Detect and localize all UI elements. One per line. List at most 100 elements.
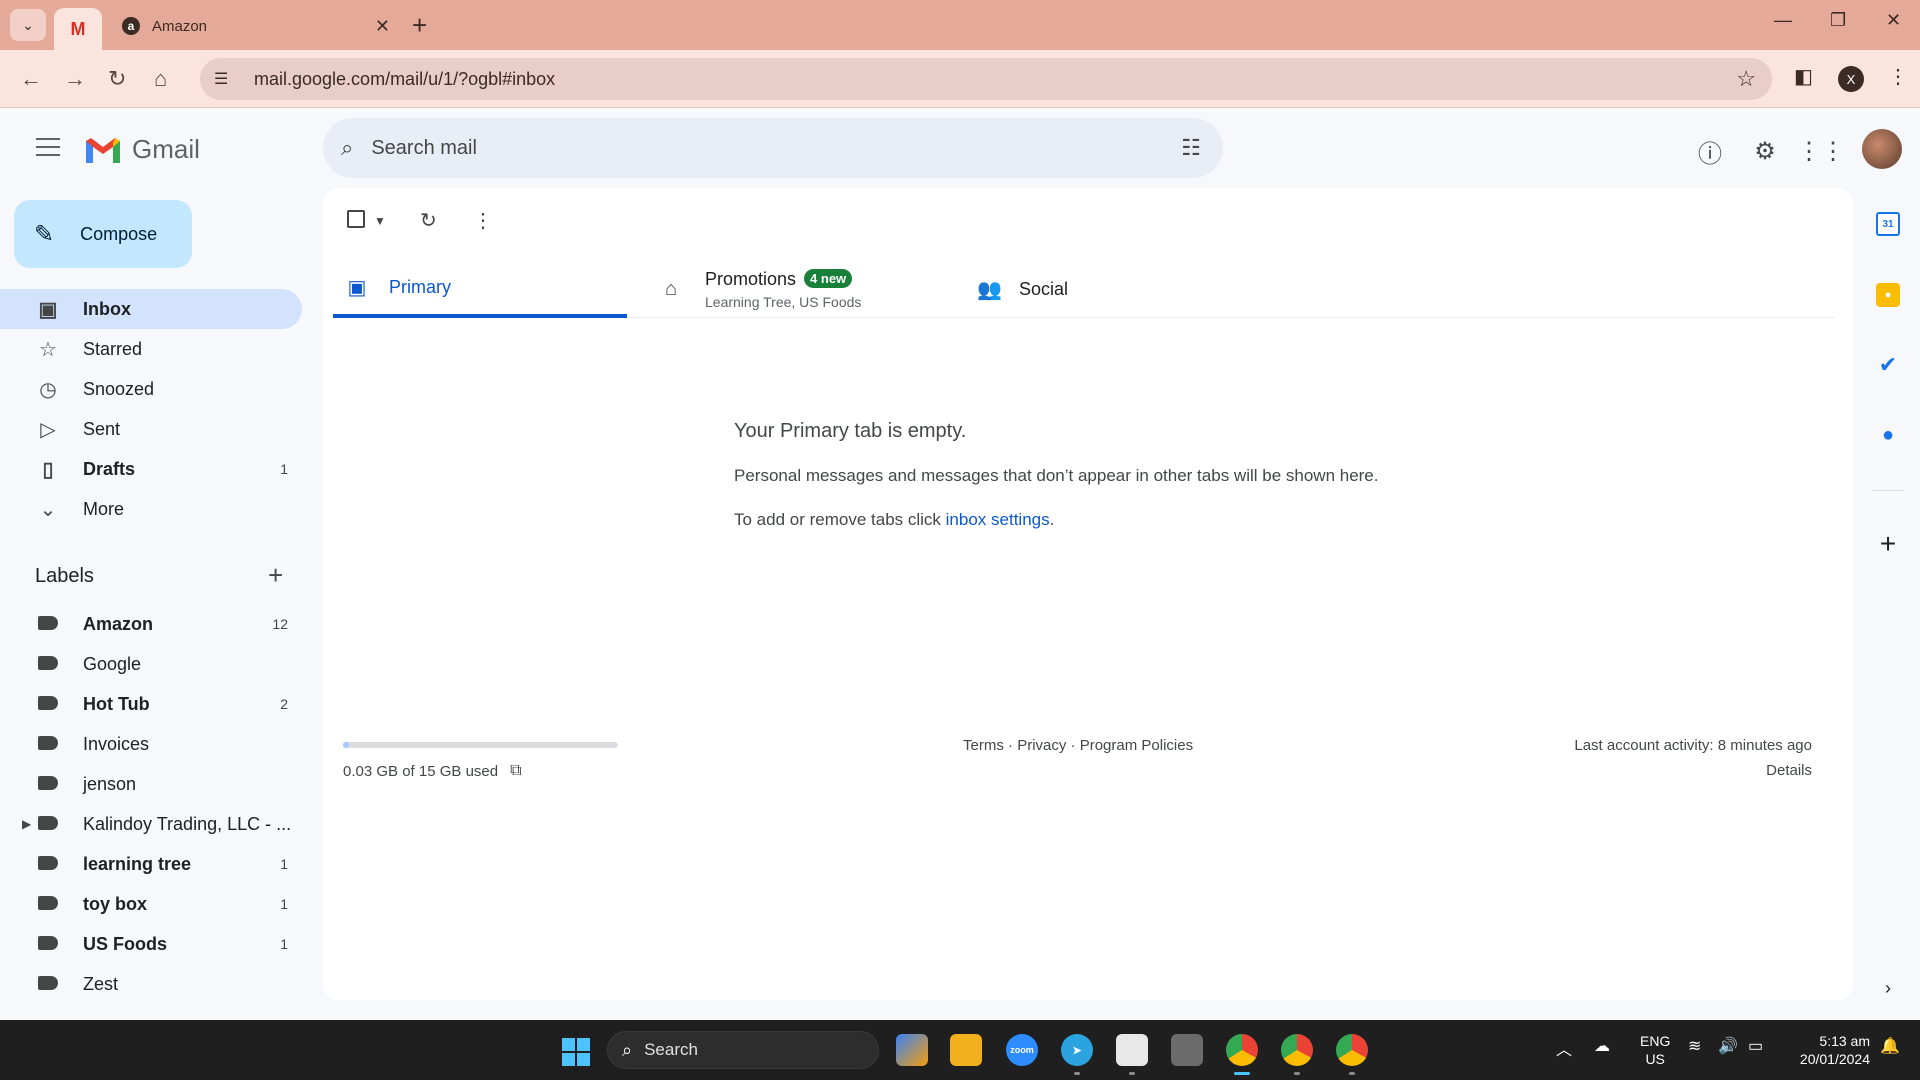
label-item-toy-box[interactable]: toy box 1 [0, 884, 302, 924]
back-icon[interactable]: ← [20, 66, 42, 92]
new-tab-button[interactable]: + [412, 10, 427, 41]
main-menu-icon[interactable] [36, 138, 60, 158]
search-icon[interactable]: ⌕ [341, 135, 353, 161]
amazon-icon: a [122, 17, 140, 35]
tasks-icon[interactable]: ✔ [1876, 352, 1900, 377]
notifications-bell-icon[interactable]: 🔔 [1880, 1036, 1900, 1056]
tab-promotions[interactable]: ⌂ Promotions 4 new Learning Tree, US Food… [659, 260, 861, 318]
label-item-learning-tree[interactable]: learning tree 1 [0, 844, 302, 884]
terms-link[interactable]: Terms [963, 737, 1004, 754]
browser-tab-gmail[interactable]: M [54, 8, 102, 50]
onedrive-icon[interactable]: ☁ [1594, 1036, 1610, 1056]
calendar-icon[interactable]: 31 [1876, 212, 1900, 236]
url-text[interactable]: mail.google.com/mail/u/1/?ogbl#inbox [254, 69, 555, 90]
site-settings-icon[interactable]: ☰ [214, 69, 234, 89]
reload-icon[interactable]: ↻ [108, 66, 126, 92]
more-actions-icon[interactable]: ⋮ [473, 208, 493, 233]
label-item-zest[interactable]: Zest [0, 964, 302, 1004]
unread-count: 1 [280, 856, 288, 872]
external-link-icon[interactable]: ⧉ [510, 762, 521, 780]
zoom-icon[interactable]: zoom [1006, 1034, 1038, 1066]
label-name: Google [83, 653, 142, 674]
sidebar-item-snoozed[interactable]: ◷ Snoozed [0, 369, 302, 409]
new-count-badge: 4 new [804, 268, 853, 288]
address-bar[interactable]: ☰ mail.google.com/mail/u/1/?ogbl#inbox ☆ [200, 58, 1772, 100]
gmail-icon: M [70, 18, 86, 39]
forward-icon[interactable]: → [64, 66, 86, 92]
label-name: learning tree [83, 853, 192, 874]
wifi-icon[interactable]: ≋ [1688, 1036, 1701, 1056]
label-item-us-foods[interactable]: US Foods 1 [0, 924, 302, 964]
sidebar-item-inbox[interactable]: ▣ Inbox [0, 289, 302, 329]
search-options-icon[interactable]: ☷ [1181, 135, 1201, 161]
sidebar-item-starred[interactable]: ☆ Starred [0, 329, 302, 369]
restore-icon[interactable]: ❐ [1830, 10, 1846, 31]
tab-primary[interactable]: ▣ Primary [333, 260, 627, 318]
refresh-icon[interactable]: ↻ [420, 208, 437, 233]
telegram-icon[interactable]: ➤ [1061, 1034, 1093, 1066]
apps-grid-icon[interactable]: ⋮⋮ [1797, 136, 1845, 166]
tab-search-button[interactable]: ⌄ [10, 9, 46, 41]
select-dropdown-icon[interactable]: ▼ [374, 214, 386, 228]
privacy-link[interactable]: Privacy [1017, 737, 1066, 754]
system-clock[interactable]: 5:13 am 20/01/2024 [1788, 1032, 1870, 1068]
settings-gear-icon[interactable]: ⚙ [1750, 136, 1780, 166]
sidebar-item-drafts[interactable]: ▯ Drafts 1 [0, 449, 302, 489]
label-item-kalindoy[interactable]: ▶ Kalindoy Trading, LLC - ... [0, 804, 302, 844]
gmail-m-icon [86, 137, 120, 163]
keep-icon[interactable]: • [1876, 283, 1900, 307]
compose-button[interactable]: ✎ Compose [14, 200, 192, 268]
select-all-checkbox[interactable] [347, 210, 365, 228]
empty-state-title: Your Primary tab is empty. [734, 420, 967, 442]
label-item-hot-tub[interactable]: Hot Tub 2 [0, 684, 302, 724]
label-item-amazon[interactable]: Amazon 12 [0, 604, 302, 644]
hint-text: To add or remove tabs click [734, 510, 946, 529]
details-link[interactable]: Details [1766, 762, 1812, 779]
chrome-icon[interactable] [1281, 1034, 1313, 1066]
volume-icon[interactable]: 🔊 [1718, 1036, 1738, 1056]
browser-profile-avatar[interactable]: X [1838, 66, 1864, 92]
chevron-up-icon[interactable]: ︿ [1556, 1036, 1572, 1060]
copilot-icon[interactable] [896, 1034, 928, 1066]
label-name: toy box [83, 893, 148, 914]
chrome-icon[interactable] [1226, 1034, 1258, 1066]
minimize-icon[interactable]: — [1774, 10, 1792, 31]
browser-menu-icon[interactable]: ⋮ [1888, 64, 1908, 89]
side-panel-icon[interactable]: ◧ [1794, 64, 1813, 89]
program-policies-link[interactable]: Program Policies [1080, 737, 1193, 754]
chevron-right-icon[interactable]: › [1876, 976, 1900, 1000]
close-tab-icon[interactable]: ✕ [375, 16, 390, 37]
lang-region: US [1645, 1051, 1665, 1067]
unread-count: 2 [280, 696, 288, 712]
label-item-invoices[interactable]: Invoices [0, 724, 302, 764]
storage-usage: 0.03 GB of 15 GB used ⧉ [343, 762, 522, 780]
sidebar-item-sent[interactable]: ▷ Sent [0, 409, 302, 449]
battery-icon[interactable]: ▭ [1748, 1036, 1763, 1056]
expand-caret-icon[interactable]: ▶ [22, 817, 31, 831]
label-item-jenson[interactable]: jenson [0, 764, 302, 804]
chrome-icon[interactable] [1336, 1034, 1368, 1066]
contacts-icon[interactable]: ● [1876, 423, 1900, 447]
gmail-logo[interactable]: Gmail [84, 134, 200, 165]
inbox-settings-link[interactable]: inbox settings [946, 510, 1050, 529]
calculator-icon[interactable] [1171, 1034, 1203, 1066]
search-input[interactable]: Search mail [371, 137, 477, 160]
file-explorer-icon[interactable] [950, 1034, 982, 1066]
sidebar-item-more[interactable]: ⌄ More [0, 489, 302, 529]
tab-social[interactable]: 👥 Social [977, 260, 1068, 318]
help-icon[interactable]: ⓘ [1695, 136, 1725, 168]
language-indicator[interactable]: ENG US [1640, 1032, 1670, 1068]
get-addons-plus-icon[interactable]: + [1876, 528, 1900, 559]
home-icon[interactable]: ⌂ [154, 66, 167, 92]
snipping-tool-icon[interactable] [1116, 1034, 1148, 1066]
close-window-icon[interactable]: ✕ [1886, 10, 1901, 31]
unread-count: 1 [280, 936, 288, 952]
bookmark-star-icon[interactable]: ☆ [1736, 66, 1756, 92]
create-label-icon[interactable]: + [268, 560, 283, 591]
windows-start-icon[interactable] [562, 1038, 590, 1066]
search-mail-box[interactable]: ⌕ Search mail ☷ [323, 118, 1223, 178]
taskbar-search[interactable]: ⌕ Search [607, 1031, 879, 1069]
browser-tab-amazon[interactable]: a Amazon ✕ [110, 8, 400, 44]
label-item-google[interactable]: Google [0, 644, 302, 684]
account-avatar[interactable] [1862, 129, 1902, 169]
